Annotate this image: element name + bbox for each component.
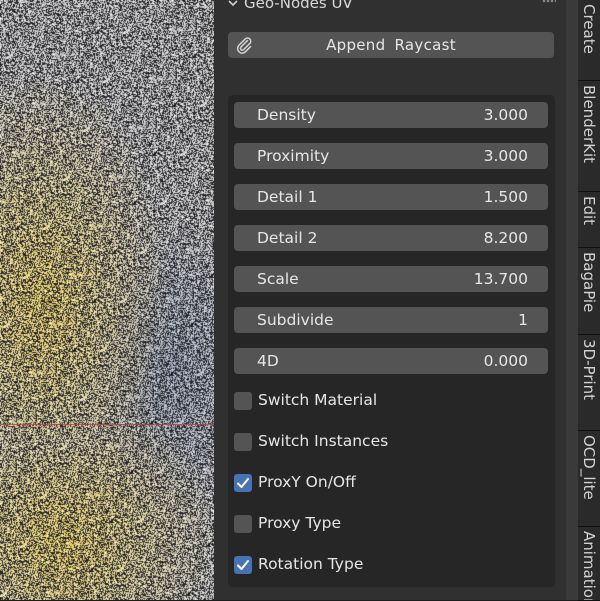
checkbox[interactable] <box>234 474 252 492</box>
proxy-on-off-toggle[interactable]: ProxY On/Off <box>234 472 534 496</box>
tab-blenderkit[interactable]: BlenderKit <box>578 81 600 192</box>
sidebar-panel: Geo-Nodes UV Append Raycast Density 3.00… <box>214 0 566 600</box>
field-value: 0.000 <box>483 352 528 370</box>
viewport-render-noise <box>0 0 214 600</box>
append-raycast-label: Append Raycast <box>326 36 456 54</box>
x-axis-line <box>0 424 214 425</box>
sidebar-tab-strip: Create BlenderKit Edit BagaPie 3D-Print … <box>566 0 600 601</box>
checkbox-label: ProxY On/Off <box>258 473 356 491</box>
switch-instances-toggle[interactable]: Switch Instances <box>234 431 534 455</box>
drag-grip-icon[interactable] <box>542 0 556 3</box>
tab-bagapie[interactable]: BagaPie <box>578 248 600 335</box>
field-value: 3.000 <box>483 106 528 124</box>
field-value: 8.200 <box>483 229 528 247</box>
tab-label: 3D-Print <box>580 339 598 401</box>
checkbox[interactable] <box>234 392 252 410</box>
field-label: 4D <box>257 352 279 370</box>
field-value: 3.000 <box>483 147 528 165</box>
tab-animation[interactable]: Animation <box>578 527 600 601</box>
tab-3d-print[interactable]: 3D-Print <box>578 335 600 431</box>
append-raycast-button[interactable]: Append Raycast <box>228 32 554 58</box>
checkbox[interactable] <box>234 556 252 574</box>
detail-1-field[interactable]: Detail 1 1.500 <box>234 184 548 210</box>
tab-ocd-lite[interactable]: OCD_lite <box>578 431 600 527</box>
rotation-type-toggle[interactable]: Rotation Type <box>234 554 534 578</box>
field-value: 1 <box>518 311 528 329</box>
checkbox-label: Switch Material <box>258 391 378 409</box>
3d-viewport[interactable] <box>0 0 214 600</box>
checkmark-icon <box>237 478 249 488</box>
checkbox-label: Switch Instances <box>258 432 389 450</box>
density-field[interactable]: Density 3.000 <box>234 102 548 128</box>
panel-header[interactable]: Geo-Nodes UV <box>214 0 566 12</box>
subdivide-field[interactable]: Subdivide 1 <box>234 307 548 333</box>
switch-material-toggle[interactable]: Switch Material <box>234 390 534 414</box>
tab-label: BagaPie <box>580 252 598 313</box>
field-value: 1.500 <box>483 188 528 206</box>
field-label: Proximity <box>257 147 330 165</box>
paperclip-icon <box>236 37 252 54</box>
4d-field[interactable]: 4D 0.000 <box>234 348 548 374</box>
tab-label: Create <box>580 4 598 54</box>
checkbox-label: Rotation Type <box>258 555 364 573</box>
scale-field[interactable]: Scale 13.700 <box>234 266 548 292</box>
tab-strip-scroll-area <box>566 0 578 600</box>
tab-label: Animation <box>580 531 598 601</box>
proxy-type-toggle[interactable]: Proxy Type <box>234 513 534 537</box>
chevron-down-icon[interactable] <box>228 0 238 8</box>
tab-label: Edit <box>580 196 598 226</box>
proximity-field[interactable]: Proximity 3.000 <box>234 143 548 169</box>
panel-title: Geo-Nodes UV <box>244 0 353 12</box>
field-value: 13.700 <box>473 270 528 288</box>
detail-2-field[interactable]: Detail 2 8.200 <box>234 225 548 251</box>
checkbox[interactable] <box>234 433 252 451</box>
checkbox-label: Proxy Type <box>258 514 341 532</box>
checkmark-icon <box>237 560 249 570</box>
tab-create[interactable]: Create <box>578 0 600 81</box>
field-label: Scale <box>257 270 299 288</box>
field-label: Detail 2 <box>257 229 318 247</box>
field-label: Density <box>257 106 316 124</box>
tab-label: OCD_lite <box>580 435 598 500</box>
field-label: Detail 1 <box>257 188 318 206</box>
tab-label: BlenderKit <box>580 85 598 163</box>
checkbox[interactable] <box>234 515 252 533</box>
tab-edit[interactable]: Edit <box>578 192 600 248</box>
field-label: Subdivide <box>257 311 334 329</box>
properties-box: Density 3.000 Proximity 3.000 Detail 1 1… <box>228 95 555 587</box>
